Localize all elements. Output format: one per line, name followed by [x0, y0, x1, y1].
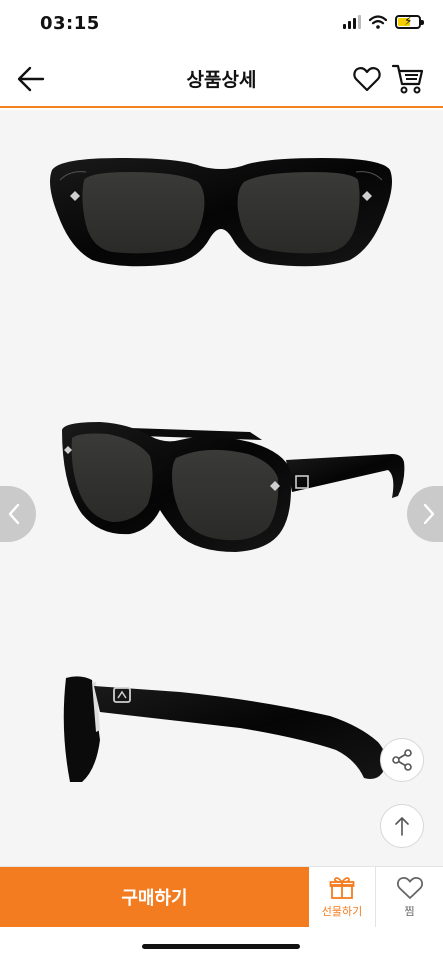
home-indicator — [142, 944, 300, 949]
shopping-cart-icon[interactable] — [391, 63, 425, 95]
status-bar: 03:15 ⚡ — [0, 0, 443, 48]
gift-label: 선물하기 — [321, 904, 363, 918]
product-image-gallery[interactable] — [0, 110, 443, 866]
share-button[interactable] — [380, 738, 424, 782]
sunglasses-side-view — [63, 676, 386, 782]
chevron-right-icon — [423, 503, 435, 525]
chevron-left-icon — [8, 503, 20, 525]
buy-button[interactable]: 구매하기 — [0, 867, 309, 927]
sunglasses-front-view — [50, 158, 392, 267]
wifi-icon — [369, 15, 387, 29]
arrow-up-icon — [395, 817, 409, 836]
wish-label: 찜 — [404, 904, 415, 918]
scroll-top-button[interactable] — [380, 804, 424, 848]
battery-icon: ⚡ — [395, 14, 424, 29]
heart-outline-icon — [396, 876, 423, 899]
share-icon — [392, 749, 412, 771]
heart-outline-icon[interactable] — [353, 66, 381, 92]
app-header: 상품상세 — [0, 48, 443, 108]
gift-button[interactable]: 선물하기 — [309, 867, 376, 927]
sunglasses-three-quarter-view — [62, 422, 405, 552]
product-image-sunglasses — [50, 158, 405, 782]
status-icons: ⚡ — [343, 14, 424, 29]
bottom-action-bar: 구매하기 선물하기 찜 — [0, 866, 443, 927]
wish-button[interactable]: 찜 — [376, 867, 443, 927]
status-time: 03:15 — [40, 13, 100, 34]
gift-icon — [329, 876, 355, 899]
cellular-signal-icon — [343, 15, 361, 29]
